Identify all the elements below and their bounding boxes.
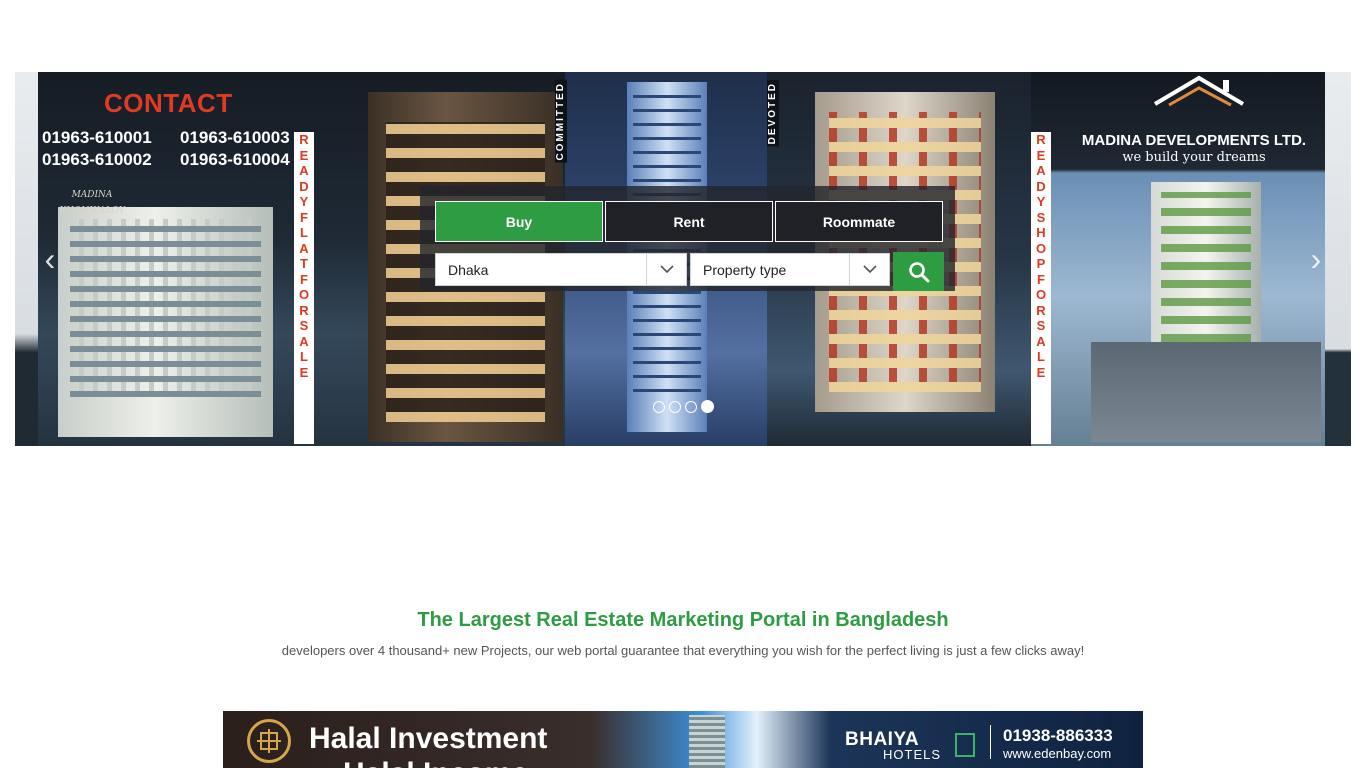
ribbon-letter: O	[298, 287, 310, 302]
hotel-logo-icon	[955, 733, 975, 757]
hotel-brand-sub: HOTELS	[883, 747, 942, 762]
contact-phones: 01963-610001 01963-610003 01963-610002 0…	[42, 128, 312, 170]
ribbon-letter: F	[300, 271, 308, 287]
ribbon-letter: R	[299, 132, 309, 147]
ribbon-letter: A	[299, 333, 309, 349]
slider-dot[interactable]	[653, 400, 665, 413]
phone-number: 01963-610003	[180, 128, 290, 147]
banner-title-line2: Halal Income	[343, 757, 528, 768]
tower-image	[689, 715, 725, 768]
phone-number: 01963-610001	[42, 128, 152, 147]
ribbon-letter: O	[1035, 240, 1047, 256]
banner-title: Halal Investment	[309, 722, 548, 755]
ribbon-ready-flat: READYFLATFORSALE	[294, 132, 314, 444]
building-podium-image	[1091, 342, 1321, 442]
ribbon-letter: D	[1036, 178, 1046, 194]
hotel-phone: 01938-886333	[1003, 726, 1113, 745]
vertical-text-devoted: DEVOTED	[767, 80, 779, 147]
ribbon-letter: L	[300, 349, 308, 364]
slider-pagination	[653, 400, 714, 413]
vertical-text-committed: COMMITTED	[555, 80, 567, 163]
phone-number: 01963-610004	[180, 150, 290, 169]
ribbon-letter: A	[1036, 333, 1046, 349]
property-type-placeholder: Property type	[703, 261, 787, 278]
ribbon-letter: P	[1036, 256, 1046, 271]
ribbon-letter: A	[299, 163, 309, 178]
slider-next-arrow-icon[interactable]: ›	[1301, 243, 1331, 275]
ribbon-letter: S	[1036, 318, 1046, 333]
search-tabs: Buy Rent Roommate	[435, 201, 943, 242]
emblem-icon	[247, 719, 291, 763]
ribbon-letter: L	[300, 225, 308, 240]
ribbon-letter: E	[1036, 364, 1046, 380]
ribbon-letter: D	[299, 178, 309, 194]
ribbon-letter: S	[1036, 209, 1046, 225]
tab-roommate[interactable]: Roommate	[775, 201, 943, 242]
chevron-down-icon[interactable]	[849, 254, 889, 285]
tab-buy[interactable]: Buy	[435, 201, 603, 242]
ribbon-letter: F	[300, 209, 308, 225]
ribbon-letter: E	[299, 364, 309, 380]
company-name: MADINA DEVELOPMENTS LTD.	[1081, 132, 1307, 149]
page-subtext: developers over 4 thousand+ new Projects…	[281, 643, 1085, 658]
slider-prev-arrow-icon[interactable]: ‹	[35, 243, 65, 275]
ribbon-letter: R	[1036, 302, 1046, 318]
project-name: MADINA KHONIKALOY	[59, 190, 125, 216]
ribbon-letter: H	[1036, 225, 1046, 240]
building-image	[58, 207, 273, 437]
chevron-down-icon[interactable]	[646, 254, 686, 285]
slider-dot[interactable]	[685, 400, 697, 413]
ribbon-letter: A	[299, 240, 309, 256]
house-logo-icon	[1153, 75, 1245, 107]
search-button[interactable]	[893, 252, 944, 291]
ribbon-letter: S	[299, 318, 309, 333]
ribbon-letter: F	[1037, 271, 1045, 287]
city-select[interactable]: Dhaka	[435, 253, 687, 286]
page-heading: The Largest Real Estate Marketing Portal…	[417, 609, 949, 631]
contact-title: CONTACT	[104, 88, 233, 118]
slide-panel-madina: MADINA DEVELOPMENTS LTD. we build your d…	[1031, 72, 1325, 446]
hero-slider: CONTACT 01963-610001 01963-610003 01963-…	[15, 72, 1351, 446]
property-search-box: Buy Rent Roommate Dhaka Property type	[420, 186, 955, 291]
ribbon-letter: Y	[1036, 194, 1046, 209]
ribbon-letter: E	[299, 147, 309, 163]
ribbon-letter: T	[300, 256, 308, 271]
property-type-select[interactable]: Property type	[690, 253, 890, 286]
ribbon-ready-shop: READYSHOPFORSALE	[1031, 132, 1051, 444]
ribbon-letter: L	[1037, 349, 1045, 364]
hotel-website: www.edenbay.com	[1003, 746, 1112, 761]
ad-banner[interactable]: Halal Investment Halal Income BHAIYA HOT…	[223, 711, 1143, 768]
company-tagline: we build your dreams	[1122, 150, 1266, 165]
ribbon-letter: R	[299, 302, 309, 318]
slider-dot[interactable]	[669, 400, 681, 413]
ribbon-letter: Y	[299, 194, 309, 209]
search-icon	[908, 261, 929, 282]
phone-number: 01963-610002	[42, 150, 152, 169]
tab-rent[interactable]: Rent	[605, 201, 773, 242]
banner-divider	[990, 725, 991, 759]
ribbon-letter: A	[1036, 163, 1046, 178]
ribbon-letter: E	[1036, 147, 1046, 163]
slider-dot-active[interactable]	[701, 400, 714, 413]
ribbon-letter: O	[1035, 287, 1047, 302]
city-select-value: Dhaka	[448, 261, 489, 278]
ribbon-letter: R	[1036, 132, 1046, 147]
